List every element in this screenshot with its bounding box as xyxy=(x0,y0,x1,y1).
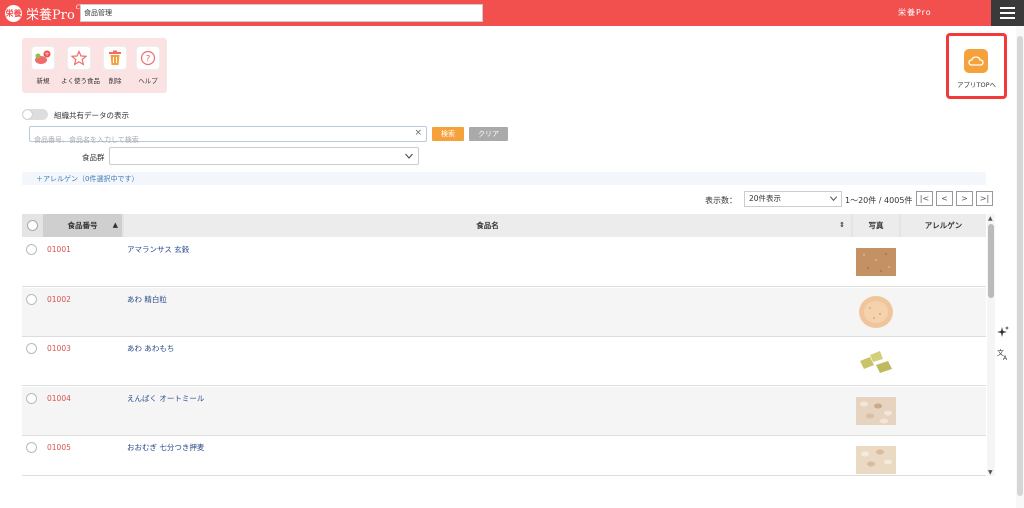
clear-search-icon[interactable]: × xyxy=(414,128,422,138)
column-header-code[interactable]: 食品番号 ▲ xyxy=(43,214,122,237)
table-scrollbar[interactable]: ▲ ▼ xyxy=(987,214,995,476)
food-name-link[interactable]: えんばく オートミール xyxy=(127,393,204,404)
help-icon: ? xyxy=(136,46,160,70)
select-all-checkbox[interactable] xyxy=(27,220,38,231)
search-box: × xyxy=(29,126,427,147)
table-row[interactable]: 01004 えんばく オートミール xyxy=(22,387,986,436)
chevron-down-icon xyxy=(405,153,413,159)
row-checkbox[interactable] xyxy=(26,442,37,453)
header-title-field[interactable]: 食品管理 xyxy=(80,4,483,22)
translate-icon[interactable]: 文A xyxy=(995,346,1011,362)
hamburger-icon xyxy=(1000,7,1015,9)
food-name-link[interactable]: おおむぎ 七分つき押麦 xyxy=(127,442,204,453)
help-button[interactable]: ? ヘルプ xyxy=(130,46,166,85)
table-scrollbar-thumb[interactable] xyxy=(988,224,994,298)
food-photo-image xyxy=(860,351,892,373)
search-input[interactable] xyxy=(30,133,400,147)
food-group-select[interactable] xyxy=(109,147,419,165)
row-checkbox[interactable] xyxy=(26,393,37,404)
scroll-down-icon[interactable]: ▼ xyxy=(988,469,993,476)
sort-icon: ⇕ xyxy=(839,221,845,229)
clear-button[interactable]: クリア xyxy=(469,127,508,141)
scroll-up-icon[interactable]: ▲ xyxy=(988,215,993,222)
shared-data-toggle[interactable] xyxy=(22,109,48,120)
new-button[interactable]: + 新規 xyxy=(25,46,61,85)
sort-asc-icon: ▲ xyxy=(112,221,118,229)
search-button[interactable]: 検索 xyxy=(432,127,464,141)
svg-text:A: A xyxy=(1003,355,1008,360)
first-page-button[interactable]: |< xyxy=(916,191,933,206)
toggle-knob xyxy=(23,110,32,119)
food-group-label: 食品群 xyxy=(82,153,105,162)
app-top-button[interactable]: アプリTOPへ xyxy=(946,33,1007,99)
row-checkbox[interactable] xyxy=(26,294,37,305)
next-page-button[interactable]: > xyxy=(956,191,973,206)
favorite-foods-button[interactable]: よく使う食品 xyxy=(61,46,100,85)
food-photo-image xyxy=(859,296,893,328)
prev-page-button[interactable]: < xyxy=(936,191,953,206)
display-count-label: 表示数： xyxy=(705,196,737,205)
star-icon xyxy=(67,46,91,70)
food-code-link[interactable]: 01004 xyxy=(47,394,71,403)
table-row[interactable]: 01005 おおむぎ 七分つき押麦 xyxy=(22,436,986,476)
row-checkbox[interactable] xyxy=(26,343,37,354)
delete-button[interactable]: 削除 xyxy=(97,46,133,85)
trash-icon xyxy=(103,46,127,70)
allergen-filter-bar xyxy=(22,172,986,185)
action-toolbar: + 新規 よく使う食品 削除 ? ヘルプ xyxy=(22,38,167,93)
food-name-link[interactable]: あわ あわもち xyxy=(127,343,174,354)
table-header: 食品番号 ▲ 食品名 ⇕ 写真 アレルゲン xyxy=(22,214,986,237)
svg-text:+: + xyxy=(44,51,49,58)
food-code-link[interactable]: 01001 xyxy=(47,245,71,254)
food-name-link[interactable]: あわ 精白粒 xyxy=(127,294,167,305)
user-name[interactable]: 栄養Pro xyxy=(898,7,932,18)
allergen-filter-link[interactable]: ＋アレルゲン（0件選択中です） xyxy=(36,174,138,184)
column-header-photo: 写真 xyxy=(853,214,899,237)
help-button-label: ヘルプ xyxy=(138,77,158,85)
food-code-link[interactable]: 01005 xyxy=(47,443,71,452)
page-range-text: 1〜20件 / 4005件 xyxy=(845,196,913,205)
new-food-icon: + xyxy=(31,46,55,70)
display-count-value: 20件表示 xyxy=(749,194,782,203)
delete-button-label: 削除 xyxy=(108,77,122,85)
food-code-link[interactable]: 01003 xyxy=(47,344,71,353)
page-scrollbar[interactable] xyxy=(1016,26,1024,508)
shared-data-toggle-label: 組織共有データの表示 xyxy=(54,111,129,120)
table-row[interactable]: 01003 あわ あわもち xyxy=(22,337,986,386)
food-name-link[interactable]: アマランサス 玄穀 xyxy=(127,244,189,255)
food-photo-image xyxy=(856,248,896,276)
svg-text:?: ? xyxy=(146,54,151,64)
table-row[interactable]: 01002 あわ 精白粒 xyxy=(22,288,986,337)
favorite-foods-label: よく使う食品 xyxy=(61,77,100,85)
row-checkbox[interactable] xyxy=(26,244,37,255)
column-header-name[interactable]: 食品名 ⇕ xyxy=(124,214,851,237)
food-photo-image xyxy=(856,397,896,425)
display-count-select[interactable]: 20件表示 xyxy=(744,191,842,207)
app-top-label: アプリTOPへ xyxy=(956,81,996,89)
last-page-button[interactable]: >| xyxy=(976,191,993,206)
page-scrollbar-thumb[interactable] xyxy=(1017,36,1023,496)
logo-text: 栄養Pro xyxy=(26,7,75,23)
food-photo-image xyxy=(856,446,896,474)
new-button-label: 新規 xyxy=(36,77,50,85)
sparkle-icon[interactable] xyxy=(995,324,1011,340)
food-code-link[interactable]: 01002 xyxy=(47,295,71,304)
cloud-home-icon xyxy=(964,49,988,73)
app-header: 栄養 栄養Pro Cloud 食品管理 栄養Pro xyxy=(0,0,1024,26)
hamburger-menu-button[interactable] xyxy=(991,0,1024,26)
logo-mark-icon: 栄養 xyxy=(5,4,22,22)
column-header-allergen: アレルゲン xyxy=(901,214,986,237)
chevron-down-icon xyxy=(829,196,838,202)
table-row[interactable]: 01001 アマランサス 玄穀 xyxy=(22,238,986,287)
